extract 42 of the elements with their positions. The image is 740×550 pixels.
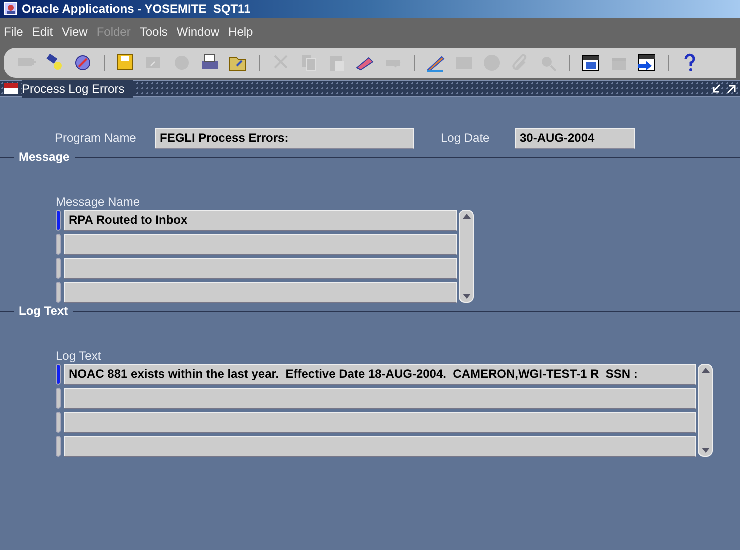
program-name-field[interactable]: FEGLI Process Errors: (155, 128, 414, 148)
table-cell[interactable] (64, 388, 696, 409)
table-cell[interactable]: NOAC 881 exists within the last year. Effective Date 18-AUG-2004. CAMERON,WGI-TEST-1 R SSN : (64, 364, 696, 385)
row-indicator[interactable] (56, 436, 61, 457)
table-cell[interactable] (64, 234, 457, 255)
row-indicator[interactable] (56, 210, 61, 231)
field-label: Log Date (441, 130, 491, 147)
row-indicator[interactable] (56, 412, 61, 433)
form-title: Process Log Errors (22, 80, 133, 98)
row-indicator[interactable] (56, 364, 61, 385)
scroll-up-icon[interactable] (462, 214, 470, 219)
table-cell[interactable] (64, 412, 696, 433)
scrollbar[interactable] (459, 210, 474, 303)
row-indicator[interactable] (56, 234, 61, 255)
window-title: Oracle Applications - YOSEMITE_SQT11 (22, 1, 251, 18)
row-indicator[interactable] (56, 388, 61, 409)
maximize-icon[interactable] (726, 84, 736, 94)
minimize-icon[interactable] (712, 84, 722, 94)
column-label: Message Name (56, 195, 142, 210)
menu-item[interactable]: Window (176, 23, 220, 41)
table-cell[interactable] (64, 436, 696, 457)
scroll-down-icon[interactable] (702, 448, 710, 453)
table-cell[interactable]: RPA Routed to Inbox (64, 210, 457, 231)
section-heading: Message (18, 149, 71, 166)
table-cell[interactable] (64, 282, 457, 303)
app-icon (4, 2, 18, 16)
column-label: Log Text (56, 349, 102, 364)
row-indicator[interactable] (56, 258, 61, 279)
menu-item[interactable]: Tools (140, 23, 168, 41)
menu-item[interactable]: Help (228, 23, 254, 41)
scrollbar[interactable] (698, 364, 713, 457)
menu-item[interactable]: File (4, 23, 24, 41)
field-label: Program Name (55, 130, 138, 147)
menu-item[interactable]: Edit (32, 23, 54, 41)
row-indicator[interactable] (56, 282, 61, 303)
menu-item[interactable]: View (62, 23, 88, 41)
scroll-down-icon[interactable] (462, 294, 470, 299)
scroll-up-icon[interactable] (702, 368, 710, 373)
form-icon (4, 83, 18, 94)
log-date-field[interactable]: 30-AUG-2004 (515, 128, 635, 148)
table-cell[interactable] (64, 258, 457, 279)
section-heading: Log Text (18, 303, 70, 320)
